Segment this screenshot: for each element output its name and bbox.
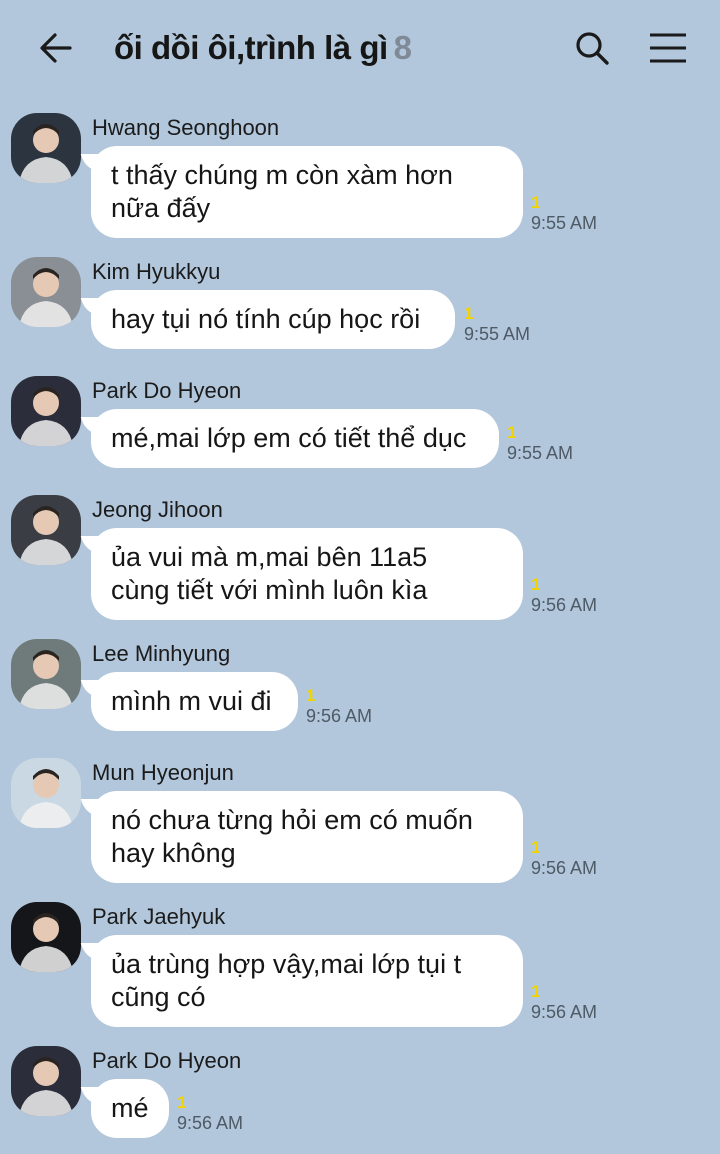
member-count: 8 <box>393 29 412 66</box>
message-bubble[interactable]: t thấy chúng m còn xàm hơn nữa đấy <box>91 146 523 238</box>
message-bubble[interactable]: ủa vui mà m,mai bên 11a5 cùng tiết với mì… <box>91 528 523 620</box>
unread-count: 1 <box>177 1093 187 1112</box>
message-meta: 1 9:56 AM <box>531 839 597 879</box>
unread-count: 1 <box>531 838 541 857</box>
profile-photo-icon <box>11 113 81 183</box>
unread-count: 1 <box>531 575 541 594</box>
search-icon[interactable] <box>574 30 610 66</box>
message-meta: 1 9:55 AM <box>507 424 573 464</box>
message-time: 9:56 AM <box>531 1002 598 1022</box>
message-text-line: ủa trùng hợp vậy,mai lớp tụi t <box>111 949 462 979</box>
avatar[interactable] <box>11 257 81 327</box>
message-time: 9:55 AM <box>464 324 531 344</box>
message-time: 9:56 AM <box>531 858 598 878</box>
message-time: 9:55 AM <box>507 443 574 463</box>
unread-count: 1 <box>531 193 541 212</box>
sender-name: Park Do Hyeon <box>92 378 242 403</box>
message-text-line: mé <box>111 1093 149 1123</box>
avatar[interactable] <box>11 639 81 709</box>
avatar[interactable] <box>11 376 81 446</box>
sender-name: Mun Hyeonjun <box>92 760 234 785</box>
message-text-line: cũng có <box>111 982 206 1012</box>
message-bubble[interactable]: ủa trùng hợp vậy,mai lớp tụi t cũng có <box>91 935 523 1027</box>
message-text-line: t thấy chúng m còn xàm hơn <box>111 160 453 190</box>
unread-count: 1 <box>464 304 474 323</box>
message-text-line: mình m vui đi <box>111 686 272 716</box>
back-arrow-icon[interactable] <box>36 28 76 68</box>
message-time: 9:56 AM <box>306 706 373 726</box>
avatar[interactable] <box>11 902 81 972</box>
sender-name: Hwang Seonghoon <box>92 115 280 140</box>
message-meta: 1 9:56 AM <box>531 983 597 1023</box>
message-meta: 1 9:55 AM <box>531 194 597 234</box>
avatar[interactable] <box>11 1046 81 1116</box>
message-text-line: hay không <box>111 838 236 868</box>
message-bubble[interactable]: mình m vui đi <box>91 672 298 731</box>
message-text-line: nữa đấy <box>111 193 211 223</box>
message-time: 9:56 AM <box>531 595 598 615</box>
sender-name: Kim Hyukkyu <box>92 259 221 284</box>
unread-count: 1 <box>306 686 316 705</box>
chat-title-text: ối dồi ôi,trình là gì <box>114 29 388 66</box>
message-bubble[interactable]: nó chưa từng hỏi em có muốn hay không <box>91 791 523 883</box>
profile-photo-icon <box>11 257 81 327</box>
avatar[interactable] <box>11 495 81 565</box>
message-text-line: mé,mai lớp em có tiết thể dục <box>111 423 467 453</box>
sender-name: Park Jaehyuk <box>92 904 226 929</box>
sender-name: Jeong Jihoon <box>92 497 223 522</box>
message-meta: 1 9:56 AM <box>531 576 597 616</box>
message-text-line: ủa vui mà m,mai bên 11a5 <box>111 542 428 572</box>
message-text-line: hay tụi nó tính cúp học rồi <box>111 304 421 334</box>
sender-name: Park Do Hyeon <box>92 1048 242 1073</box>
message-bubble[interactable]: mé,mai lớp em có tiết thể dục <box>91 409 499 468</box>
profile-photo-icon <box>11 902 81 972</box>
message-meta: 1 9:56 AM <box>306 687 372 727</box>
message-text-line: nó chưa từng hỏi em có muốn <box>111 805 473 835</box>
message-meta: 1 9:56 AM <box>177 1094 243 1134</box>
unread-count: 1 <box>507 423 517 442</box>
avatar[interactable] <box>11 113 81 183</box>
message-time: 9:55 AM <box>531 213 598 233</box>
message-bubble[interactable]: hay tụi nó tính cúp học rồi <box>91 290 455 349</box>
profile-photo-icon <box>11 495 81 565</box>
menu-icon[interactable] <box>648 30 688 66</box>
message-meta: 1 9:55 AM <box>464 305 530 345</box>
sender-name: Lee Minhyung <box>92 641 231 666</box>
profile-photo-icon <box>11 758 81 828</box>
message-bubble[interactable]: mé <box>91 1079 169 1138</box>
chat-header: ối dồi ôi,trình là gì 8 <box>0 0 720 96</box>
message-text-line: cùng tiết với mình luôn kìa <box>111 575 428 605</box>
chat-title: ối dồi ôi,trình là gì 8 <box>114 26 412 70</box>
unread-count: 1 <box>531 982 541 1001</box>
avatar[interactable] <box>11 758 81 828</box>
profile-photo-icon <box>11 1046 81 1116</box>
profile-photo-icon <box>11 376 81 446</box>
message-time: 9:56 AM <box>177 1113 244 1133</box>
profile-photo-icon <box>11 639 81 709</box>
